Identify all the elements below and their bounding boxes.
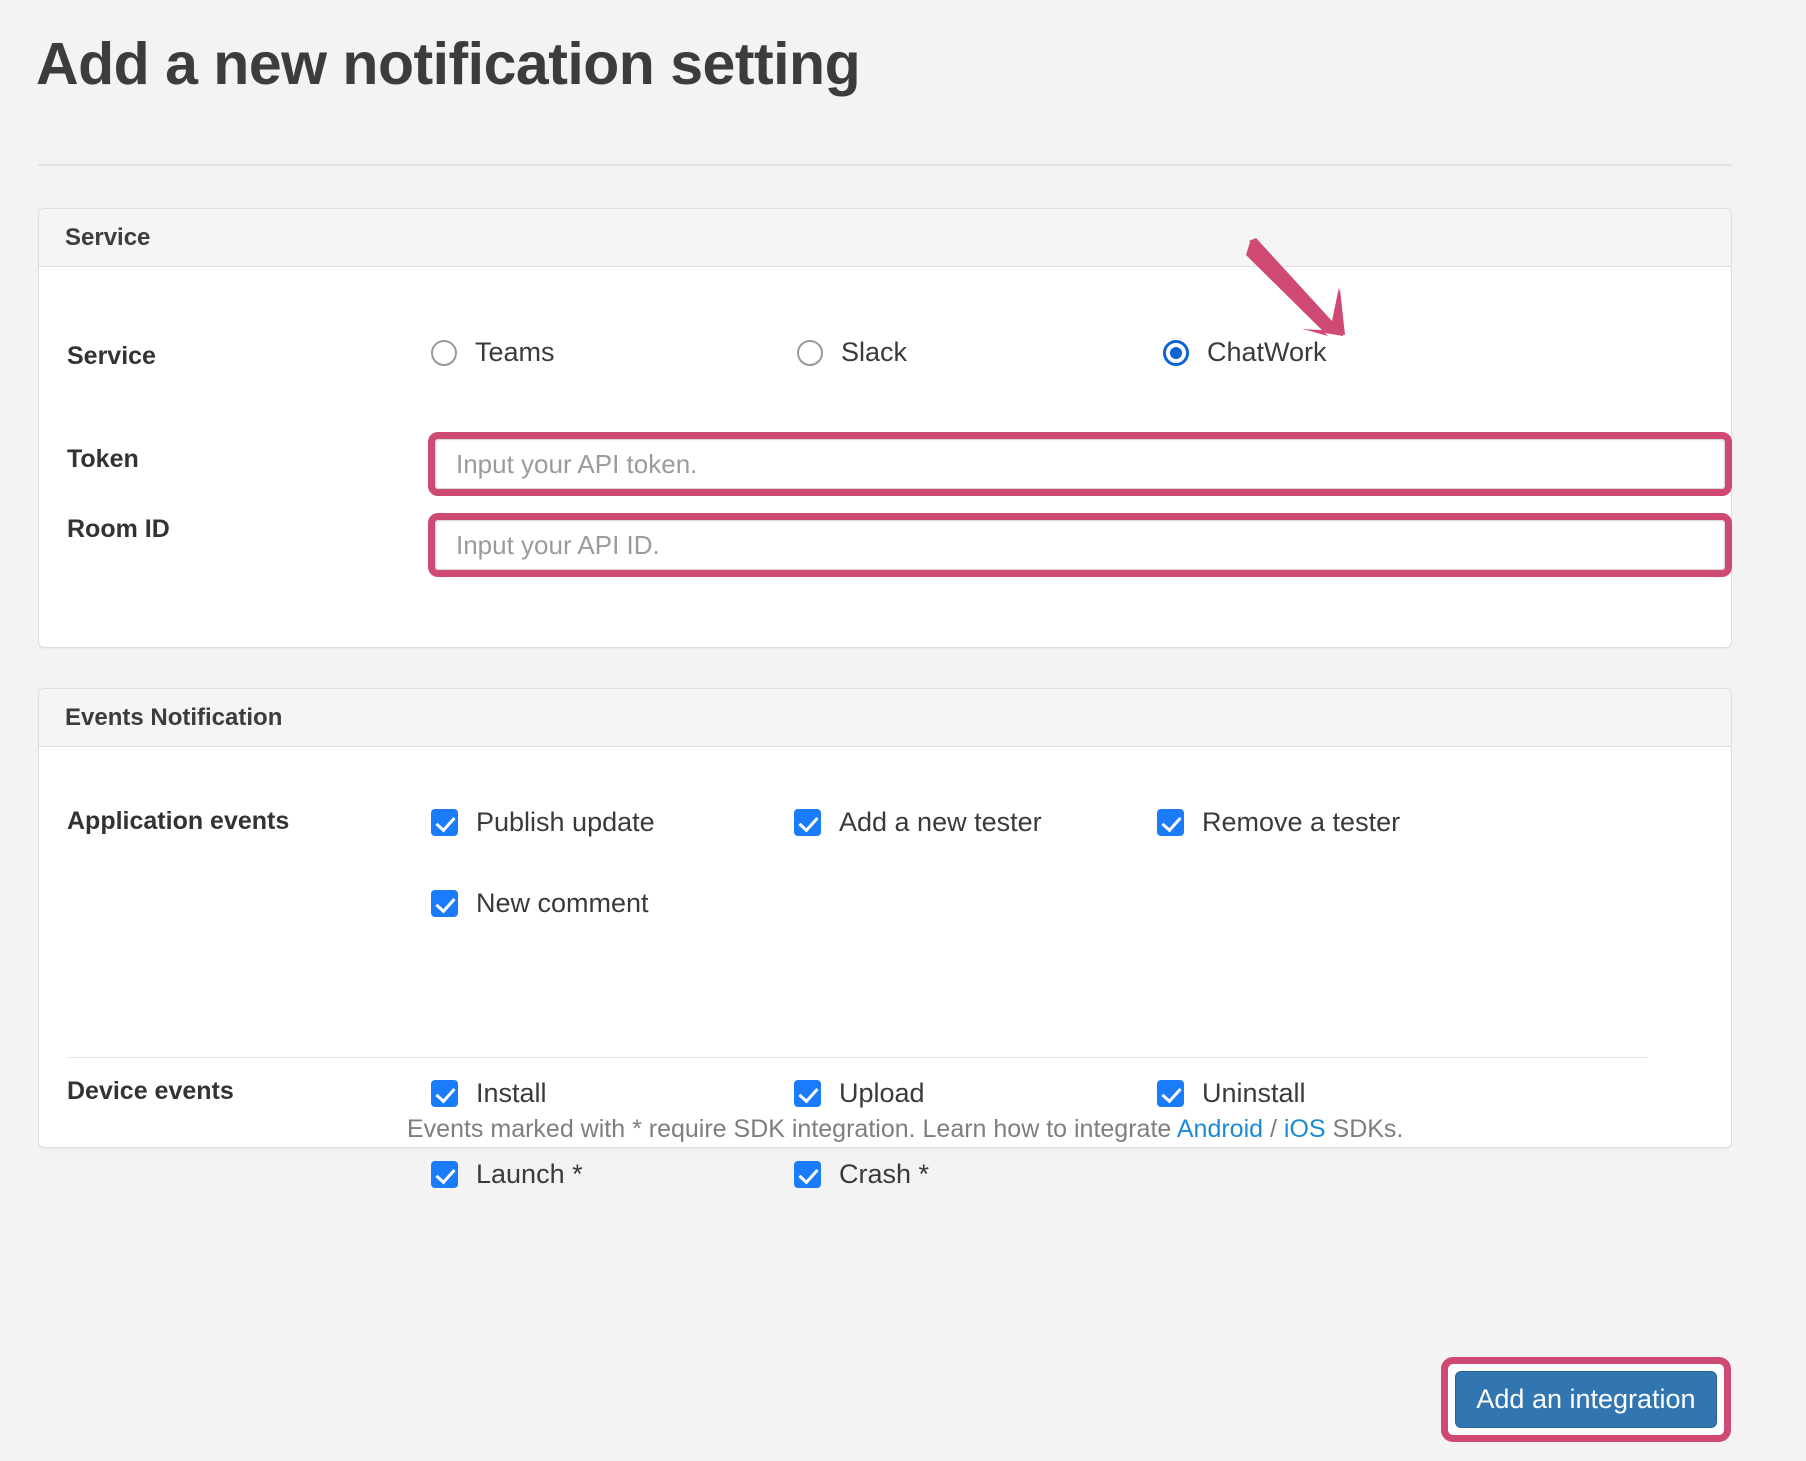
token-input[interactable]	[435, 439, 1725, 489]
event-install[interactable]: Install	[431, 1078, 547, 1109]
service-option-slack-label: Slack	[841, 337, 907, 368]
events-panel-header: Events Notification	[39, 689, 1731, 747]
event-publish-update[interactable]: Publish update	[431, 807, 655, 838]
event-remove-a-tester[interactable]: Remove a tester	[1157, 807, 1400, 838]
checkbox-checked-icon[interactable]	[1157, 809, 1184, 836]
service-option-chatwork-label: ChatWork	[1207, 337, 1327, 368]
notification-setting-page: Add a new notification setting Service S…	[0, 0, 1806, 1461]
token-field-label: Token	[67, 445, 139, 474]
checkbox-checked-icon[interactable]	[431, 809, 458, 836]
checkbox-checked-icon[interactable]	[431, 1161, 458, 1188]
token-field-highlight	[428, 432, 1732, 496]
event-install-label: Install	[476, 1078, 547, 1109]
event-new-comment-label: New comment	[476, 888, 649, 919]
event-remove-a-tester-label: Remove a tester	[1202, 807, 1400, 838]
radio-chatwork-icon[interactable]	[1163, 340, 1189, 366]
event-launch[interactable]: Launch *	[431, 1159, 583, 1190]
events-notification-panel: Events Notification Application events P…	[38, 688, 1732, 1148]
sdk-footnote-prefix: Events marked with * require SDK integra…	[407, 1115, 1177, 1143]
service-panel: Service Service Teams Slack ChatWork Tok…	[38, 208, 1732, 648]
event-new-comment[interactable]: New comment	[431, 888, 649, 919]
checkbox-checked-icon[interactable]	[794, 1161, 821, 1188]
event-crash-label: Crash *	[839, 1159, 929, 1190]
service-field-label: Service	[67, 342, 156, 371]
room-id-input[interactable]	[435, 520, 1725, 570]
checkbox-checked-icon[interactable]	[794, 809, 821, 836]
application-events-label: Application events	[67, 807, 289, 836]
sdk-footnote-separator: /	[1263, 1115, 1284, 1143]
events-section-divider	[67, 1057, 1647, 1058]
service-option-teams[interactable]: Teams	[431, 337, 555, 368]
service-panel-header-title: Service	[65, 224, 150, 252]
checkbox-checked-icon[interactable]	[431, 1080, 458, 1107]
room-id-field-highlight	[428, 513, 1732, 577]
checkbox-checked-icon[interactable]	[794, 1080, 821, 1107]
add-integration-highlight: Add an integration	[1441, 1357, 1731, 1442]
radio-slack-icon[interactable]	[797, 340, 823, 366]
add-integration-button[interactable]: Add an integration	[1455, 1371, 1717, 1428]
event-crash[interactable]: Crash *	[794, 1159, 929, 1190]
service-panel-header: Service	[39, 209, 1731, 267]
service-option-teams-label: Teams	[475, 337, 555, 368]
event-add-a-new-tester[interactable]: Add a new tester	[794, 807, 1042, 838]
room-id-field-label: Room ID	[67, 515, 170, 544]
event-uninstall[interactable]: Uninstall	[1157, 1078, 1306, 1109]
events-panel-header-title: Events Notification	[65, 704, 282, 732]
service-option-chatwork[interactable]: ChatWork	[1163, 337, 1327, 368]
event-uninstall-label: Uninstall	[1202, 1078, 1306, 1109]
event-add-a-new-tester-label: Add a new tester	[839, 807, 1042, 838]
checkbox-checked-icon[interactable]	[431, 890, 458, 917]
checkbox-checked-icon[interactable]	[1157, 1080, 1184, 1107]
sdk-footnote: Events marked with * require SDK integra…	[407, 1115, 1403, 1144]
sdk-footnote-suffix: SDKs.	[1326, 1115, 1404, 1143]
event-upload[interactable]: Upload	[794, 1078, 925, 1109]
event-launch-label: Launch *	[476, 1159, 583, 1190]
title-divider	[38, 164, 1732, 166]
page-title: Add a new notification setting	[36, 26, 860, 102]
event-publish-update-label: Publish update	[476, 807, 655, 838]
service-option-slack[interactable]: Slack	[797, 337, 907, 368]
android-sdk-link[interactable]: Android	[1177, 1115, 1263, 1143]
event-upload-label: Upload	[839, 1078, 925, 1109]
ios-sdk-link[interactable]: iOS	[1284, 1115, 1326, 1143]
radio-teams-icon[interactable]	[431, 340, 457, 366]
device-events-label: Device events	[67, 1077, 234, 1106]
